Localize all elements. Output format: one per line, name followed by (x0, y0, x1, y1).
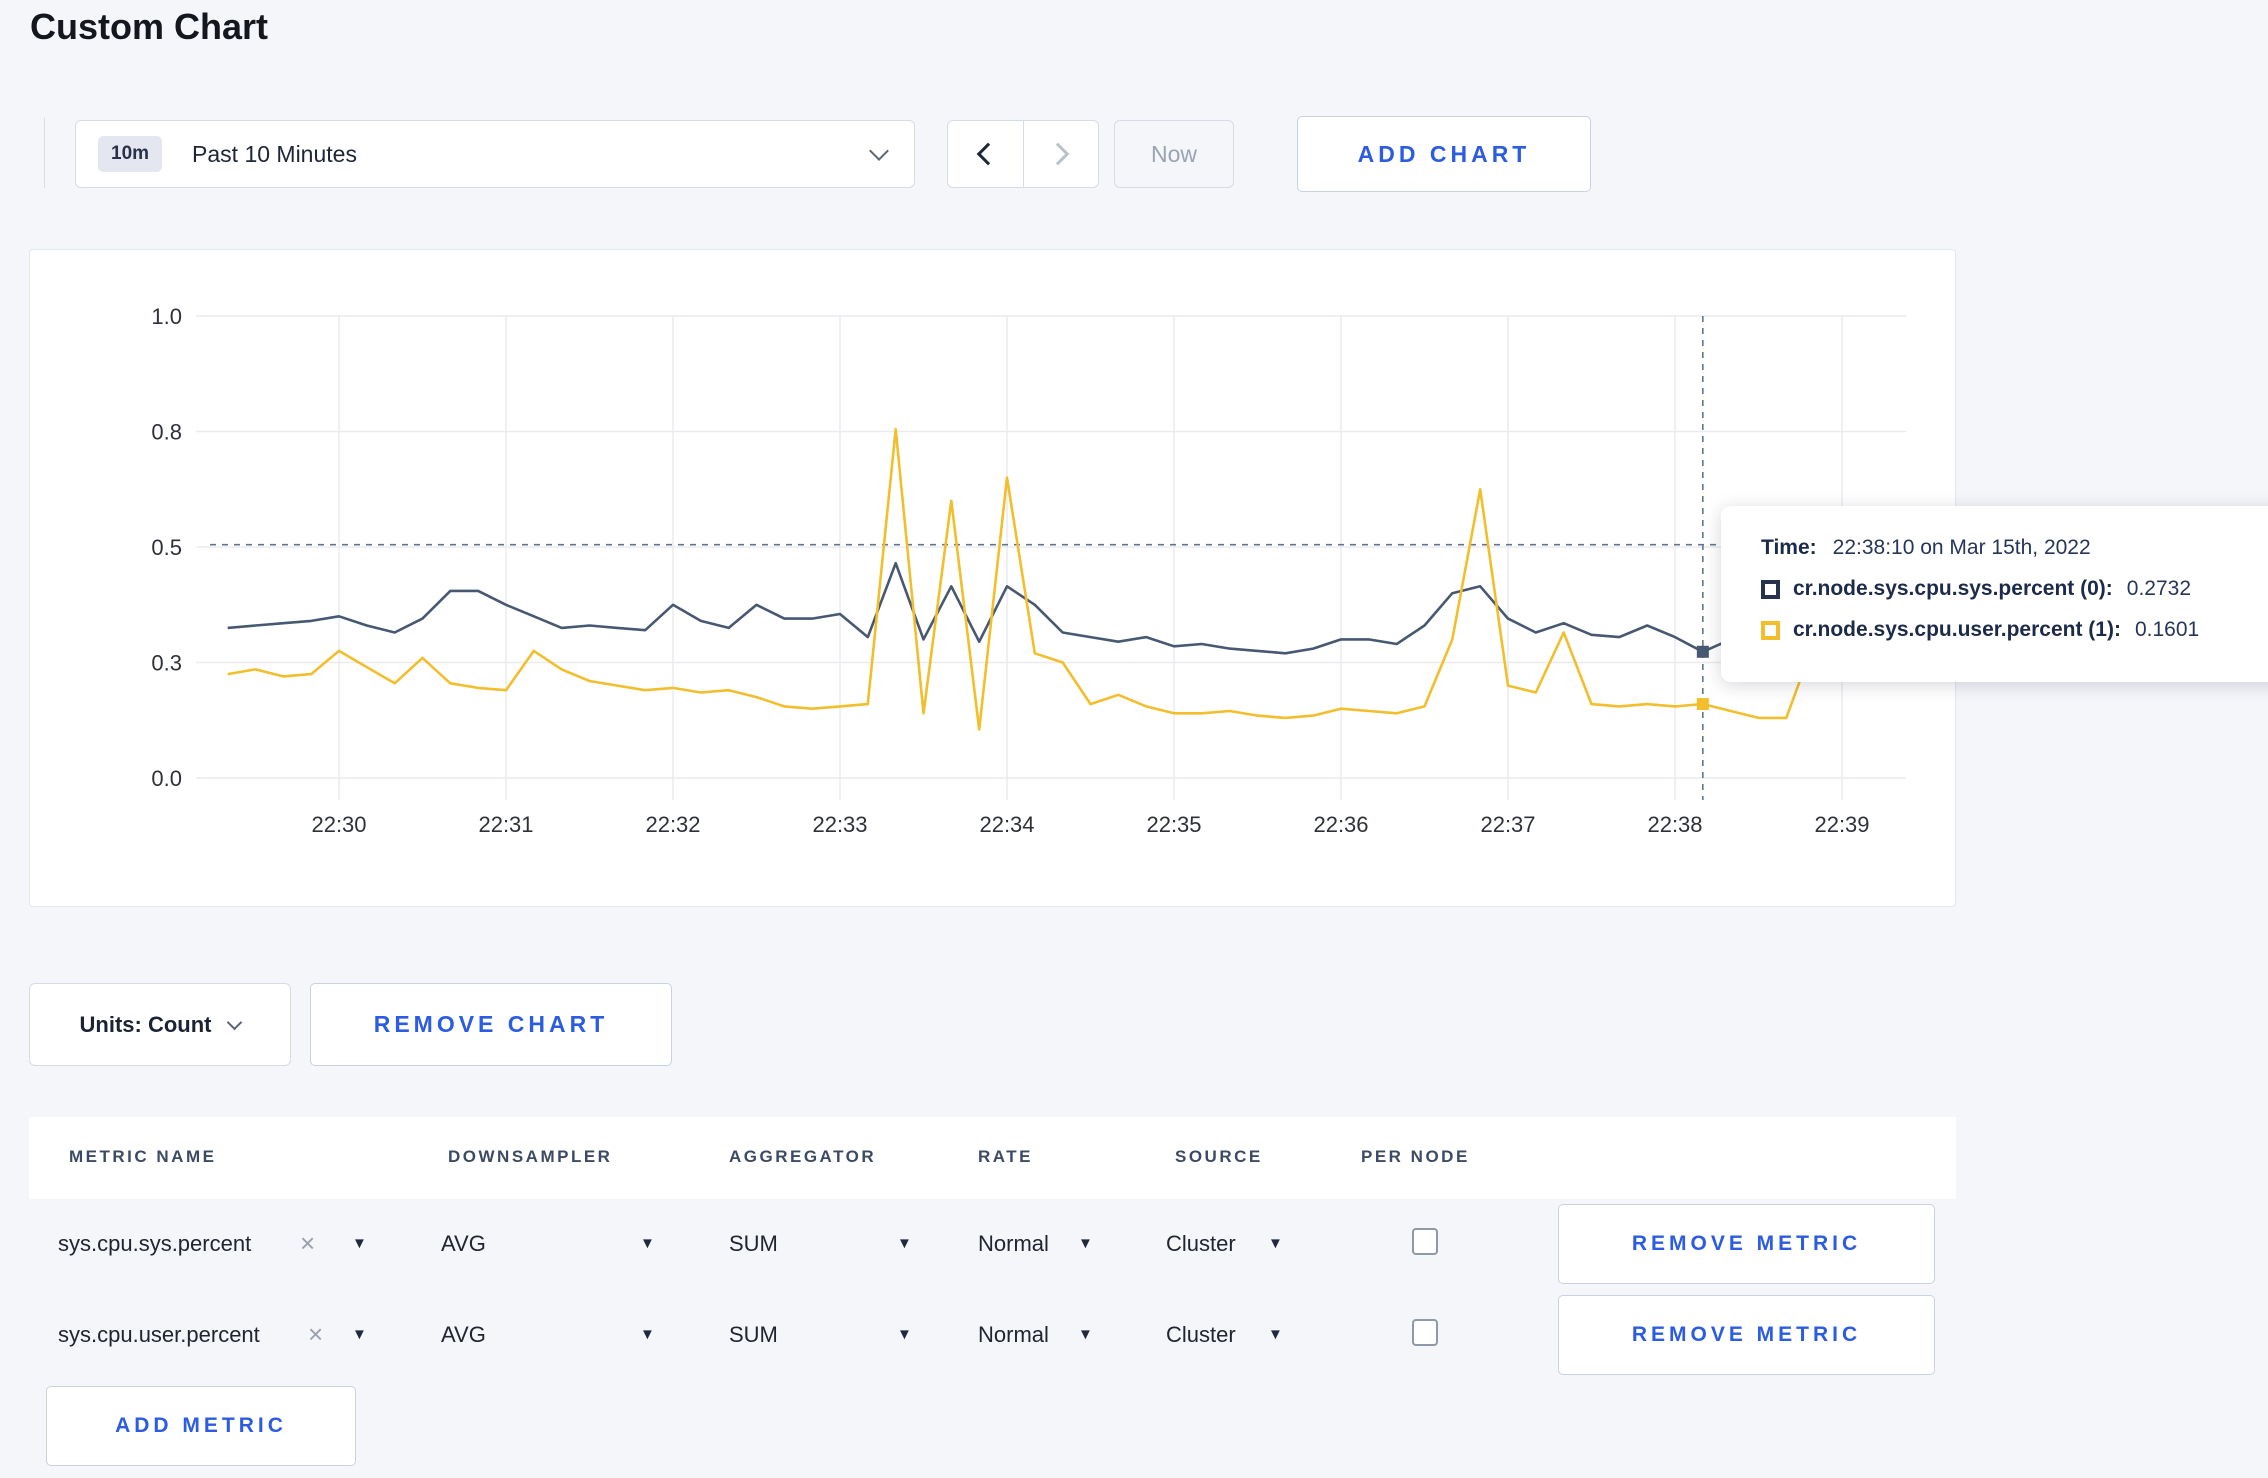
chevron-down-icon (227, 1014, 243, 1031)
x-axis-tick-label: 22:31 (478, 812, 533, 837)
rate-select[interactable]: Normal (978, 1322, 1049, 1348)
downsampler-select[interactable]: AVG (441, 1231, 486, 1257)
metric-dropdown-arrow-icon[interactable]: ▼ (352, 1235, 367, 1252)
x-axis-tick-label: 22:37 (1480, 812, 1535, 837)
previous-time-button[interactable] (948, 121, 1023, 187)
page-title: Custom Chart (30, 6, 269, 47)
x-axis-tick-label: 22:32 (645, 812, 700, 837)
aggregator-dropdown-arrow-icon[interactable]: ▼ (897, 1326, 912, 1343)
chevron-left-icon (976, 142, 1000, 166)
tooltip-time-value: 22:38:10 on Mar 15th, 2022 (1832, 536, 2091, 559)
aggregator-dropdown-arrow-icon[interactable]: ▼ (897, 1235, 912, 1252)
custom-chart-page: { "page": { "title": "Custom Chart" }, "… (0, 0, 2268, 1478)
remove-chart-button[interactable]: REMOVE CHART (310, 983, 672, 1066)
downsampler-select[interactable]: AVG (441, 1322, 486, 1348)
rate-dropdown-arrow-icon[interactable]: ▼ (1078, 1326, 1093, 1343)
remove-metric-button[interactable]: REMOVE METRIC (1558, 1295, 1935, 1375)
y-axis-tick-label: 0.0 (151, 766, 182, 791)
metric-name-value[interactable]: sys.cpu.sys.percent (58, 1231, 251, 1257)
source-dropdown-arrow-icon[interactable]: ▼ (1268, 1326, 1283, 1343)
next-time-button[interactable] (1022, 121, 1099, 187)
time-step-buttons (947, 120, 1099, 188)
col-header-metric-name: METRIC NAME (69, 1147, 217, 1166)
x-axis-tick-label: 22:35 (1146, 812, 1201, 837)
y-axis-tick-label: 1.0 (151, 304, 182, 329)
time-range-label: Past 10 Minutes (192, 140, 357, 167)
tooltip-series-value: 0.2732 (2126, 577, 2192, 600)
tooltip-series-label: cr.node.sys.cpu.user.percent (1): (1793, 618, 2121, 641)
add-chart-button[interactable]: ADD CHART (1297, 116, 1591, 192)
hover-point-marker (1696, 698, 1709, 711)
tooltip-time-label: Time: (1761, 536, 1817, 559)
downsampler-dropdown-arrow-icon[interactable]: ▼ (640, 1326, 655, 1343)
remove-metric-x-icon[interactable]: × (308, 1319, 323, 1350)
x-axis-tick-label: 22:36 (1313, 812, 1368, 837)
downsampler-dropdown-arrow-icon[interactable]: ▼ (640, 1235, 655, 1252)
x-axis-tick-label: 22:30 (311, 812, 366, 837)
remove-metric-button[interactable]: REMOVE METRIC (1558, 1204, 1935, 1284)
user-percent-swatch-icon (1761, 620, 1780, 640)
tooltip-series-row: cr.node.sys.cpu.user.percent (1): 0.1601 (1761, 618, 2268, 642)
x-axis-tick-label: 22:34 (979, 812, 1034, 837)
tooltip-series-value: 0.1601 (2134, 618, 2200, 641)
source-select[interactable]: Cluster (1166, 1322, 1236, 1348)
now-button[interactable]: Now (1114, 120, 1234, 188)
sys-percent-swatch-icon (1761, 579, 1780, 599)
aggregator-select[interactable]: SUM (729, 1231, 778, 1257)
chart-card: 0.0 0.3 0.5 0.8 1.0 22:30 22:31 22:32 22:33 22:34… (29, 249, 1956, 907)
col-header-rate: RATE (978, 1147, 1034, 1166)
tooltip-series-row: cr.node.sys.cpu.sys.percent (0): 0.2732 (1761, 577, 2268, 601)
per-node-checkbox[interactable] (1412, 1228, 1438, 1255)
chevron-down-icon (869, 141, 889, 161)
col-header-downsampler: DOWNSAMPLER (448, 1147, 613, 1166)
aggregator-select[interactable]: SUM (729, 1322, 778, 1348)
x-axis-tick-label: 22:39 (1814, 812, 1869, 837)
x-axis-tick-label: 22:38 (1647, 812, 1702, 837)
col-header-aggregator: AGGREGATOR (729, 1147, 877, 1166)
rate-dropdown-arrow-icon[interactable]: ▼ (1078, 1235, 1093, 1252)
col-header-per-node: PER NODE (1361, 1147, 1470, 1166)
toolbar-divider (44, 118, 45, 188)
add-metric-button[interactable]: ADD METRIC (46, 1386, 356, 1466)
tooltip-series-label: cr.node.sys.cpu.sys.percent (0): (1793, 577, 2113, 600)
time-range-select[interactable]: 10m Past 10 Minutes (75, 120, 915, 188)
hover-point-marker (1696, 645, 1709, 658)
y-axis-tick-label: 0.5 (151, 535, 182, 560)
chart-tooltip: Time: 22:38:10 on Mar 15th, 2022 cr.node… (1721, 506, 2268, 682)
col-header-source: SOURCE (1175, 1147, 1263, 1166)
rate-select[interactable]: Normal (978, 1231, 1049, 1257)
time-range-badge: 10m (98, 136, 163, 172)
chevron-right-icon (1046, 142, 1070, 166)
source-dropdown-arrow-icon[interactable]: ▼ (1268, 1235, 1283, 1252)
chart-svg[interactable]: 0.0 0.3 0.5 0.8 1.0 22:30 22:31 22:32 22:33 22:34… (30, 250, 1955, 906)
units-label: Units: Count (79, 1011, 212, 1037)
series-line (227, 427, 1899, 731)
series-line (227, 561, 1898, 655)
metric-name-value[interactable]: sys.cpu.user.percent (58, 1322, 260, 1348)
source-select[interactable]: Cluster (1166, 1231, 1236, 1257)
tooltip-time-row: Time: 22:38:10 on Mar 15th, 2022 (1761, 536, 2268, 560)
y-axis-tick-label: 0.8 (151, 420, 182, 445)
units-select[interactable]: Units: Count (29, 983, 291, 1066)
per-node-checkbox[interactable] (1412, 1319, 1438, 1346)
x-axis-tick-label: 22:33 (812, 812, 867, 837)
y-axis-tick-label: 0.3 (151, 651, 182, 676)
remove-metric-x-icon[interactable]: × (300, 1228, 315, 1259)
metric-dropdown-arrow-icon[interactable]: ▼ (352, 1326, 367, 1343)
